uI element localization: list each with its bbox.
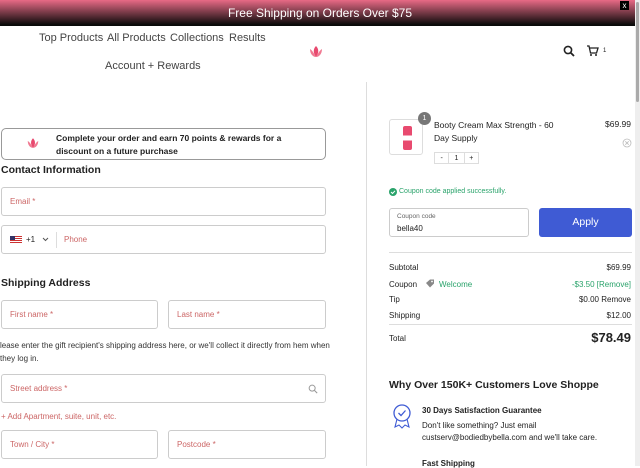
phone-placeholder: Phone: [64, 235, 88, 244]
coupon-label: Coupon: [389, 280, 418, 289]
first-name-placeholder: First name *: [10, 310, 54, 319]
banner-text: Free Shipping on Orders Over $75: [227, 6, 413, 20]
nav-all-products[interactable]: All Products: [107, 32, 166, 44]
shipping-label: Shipping: [389, 311, 421, 320]
street-address-field[interactable]: Street address *: [1, 374, 326, 403]
email-field[interactable]: Email *: [1, 187, 326, 216]
guarantee-title: 30 Days Satisfaction Guarantee: [422, 406, 542, 415]
remove-item-icon[interactable]: [622, 138, 632, 148]
cart-count-badge: 1: [603, 48, 607, 54]
cart-icon[interactable]: [586, 44, 599, 57]
coupon-code-input[interactable]: Coupon code bella40: [389, 208, 529, 237]
apply-coupon-button[interactable]: Apply: [539, 208, 632, 237]
coupon-discount-remove[interactable]: -$3.50 [Remove]: [572, 280, 631, 289]
product-thumbnail: [389, 119, 423, 155]
product-price: $69.99: [605, 119, 631, 129]
total-value: $78.49: [591, 330, 631, 345]
coupon-name: Welcome: [439, 280, 473, 289]
phone-field[interactable]: +1 Phone: [1, 225, 326, 254]
postcode-placeholder: Postcode *: [177, 440, 216, 449]
add-apartment-link[interactable]: + Add Apartment, suite, unit, etc.: [1, 412, 116, 421]
postcode-field[interactable]: Postcode *: [168, 430, 326, 459]
divider: [389, 324, 632, 325]
tip-label: Tip: [389, 295, 400, 304]
divider: [389, 252, 632, 253]
fast-shipping-title: Fast Shipping: [422, 459, 475, 468]
last-name-placeholder: Last name *: [177, 310, 220, 319]
promo-text: Complete your order and earn 70 points &…: [56, 133, 282, 156]
announcement-banner: Free Shipping on Orders Over $75 x: [0, 0, 640, 26]
quantity-stepper[interactable]: - 1 +: [434, 152, 479, 164]
quantity-value[interactable]: 1: [449, 153, 463, 163]
search-icon[interactable]: [563, 45, 575, 57]
total-label: Total: [389, 334, 406, 343]
flag-canton: [10, 236, 15, 240]
nav-account-rewards[interactable]: Account + Rewards: [105, 60, 201, 72]
town-city-placeholder: Town / City *: [10, 440, 55, 449]
email-placeholder: Email *: [10, 197, 36, 206]
street-address-placeholder: Street address *: [10, 384, 68, 393]
scrollbar-thumb[interactable]: [636, 2, 639, 102]
guarantee-text: Don't like something? Just email custser…: [422, 421, 598, 442]
rewards-promo-box: Complete your order and earn 70 points &…: [1, 128, 326, 160]
brand-logo-icon[interactable]: [308, 45, 324, 59]
tip-value-remove[interactable]: $0.00 Remove: [579, 295, 631, 304]
tag-icon: [426, 279, 434, 288]
product-name: Booty Cream Max Strength - 60 Day Supply: [434, 120, 554, 143]
nav-collections[interactable]: Collections: [170, 32, 224, 44]
why-customers-heading: Why Over 150K+ Customers Love Shoppe: [389, 379, 599, 391]
item-quantity-badge: 1: [418, 112, 431, 125]
shipping-heading: Shipping Address: [1, 277, 91, 289]
brand-logo-icon: [27, 138, 39, 148]
contact-heading: Contact Information: [1, 164, 101, 176]
banner-close-button[interactable]: x: [620, 1, 629, 10]
town-city-field[interactable]: Town / City *: [1, 430, 158, 459]
coupon-success-message: Coupon code applied successfully.: [399, 188, 507, 195]
nav-top-products[interactable]: Top Products: [39, 32, 103, 44]
phone-country-code[interactable]: +1: [26, 235, 35, 244]
divider: [56, 232, 57, 248]
subtotal-label: Subtotal: [389, 263, 419, 272]
nav-results[interactable]: Results: [229, 32, 266, 44]
coupon-code-label: Coupon code: [397, 213, 436, 220]
chevron-down-icon[interactable]: [42, 237, 49, 242]
quantity-increase-button[interactable]: +: [463, 153, 478, 163]
search-icon: [308, 384, 318, 394]
first-name-field[interactable]: First name *: [1, 300, 158, 329]
order-summary: 1 Booty Cream Max Strength - 60 Day Supp…: [366, 82, 640, 468]
guarantee-badge-icon: [393, 404, 411, 429]
product-image: [403, 126, 412, 150]
check-circle-icon: [389, 188, 397, 196]
checkout-form: Complete your order and earn 70 points &…: [0, 82, 366, 466]
page-scrollbar[interactable]: [635, 0, 640, 466]
subtotal-value: $69.99: [606, 263, 631, 272]
shipping-value: $12.00: [606, 311, 631, 320]
gift-address-note: lease enter the gift recipient's shippin…: [0, 341, 330, 363]
coupon-code-value: bella40: [397, 224, 423, 233]
last-name-field[interactable]: Last name *: [168, 300, 326, 329]
quantity-decrease-button[interactable]: -: [435, 153, 450, 163]
